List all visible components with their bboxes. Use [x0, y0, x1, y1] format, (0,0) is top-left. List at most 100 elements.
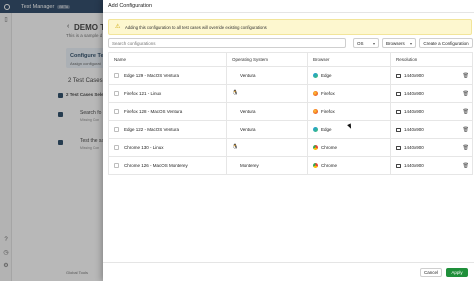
row-checkbox[interactable] [114, 145, 119, 150]
apple-icon [232, 163, 237, 168]
monitor-icon [396, 109, 401, 114]
resolution-cell: 1440x900 🗑 [390, 84, 473, 103]
browser-label: Edge [321, 73, 332, 78]
resolution-label: 1440x900 [404, 127, 424, 132]
resolution-label: 1440x900 [404, 145, 424, 150]
warning-banner: ⚠ Adding this configuration to all test … [108, 19, 472, 35]
config-name: Edge 122 - MacOS Ventura [124, 127, 180, 132]
os-filter-dropdown[interactable]: OS ▾ [353, 38, 379, 48]
trash-icon[interactable]: 🗑 [463, 163, 469, 169]
linux-icon: 🐧 [232, 144, 239, 150]
row-checkbox[interactable] [114, 91, 119, 96]
resolution-label: 1440x900 [404, 163, 424, 168]
table-row[interactable]: Firefox 128 - MacOS Ventura Ventura Firefo… [108, 102, 473, 121]
apple-icon [232, 109, 237, 114]
row-checkbox[interactable] [114, 163, 119, 168]
warning-icon: ⚠ [115, 24, 121, 30]
browser-cell: Chrome [307, 156, 391, 175]
name-cell: Chrome 126 - MacOS Monterey [108, 156, 227, 175]
table-row[interactable]: Firefox 121 - Linux 🐧 Firefox 1440x900 🗑 [108, 84, 473, 103]
trash-icon[interactable]: 🗑 [463, 145, 469, 151]
resolution-label: 1440x900 [404, 91, 424, 96]
edge-icon [313, 73, 318, 78]
linux-icon: 🐧 [232, 90, 239, 96]
resolution-cell: 1440x900 🗑 [390, 120, 473, 139]
column-name[interactable]: Name [108, 52, 227, 67]
trash-icon[interactable]: 🗑 [463, 73, 469, 79]
monitor-icon [396, 163, 401, 168]
config-name: Firefox 121 - Linux [124, 91, 162, 96]
create-configuration-button[interactable]: Create a Configuration [419, 38, 473, 48]
browsers-filter-dropdown[interactable]: Browsers ▾ [382, 38, 416, 48]
chrome-icon [313, 163, 318, 168]
config-name: Firefox 128 - MacOS Ventura [124, 109, 183, 114]
os-label: Monterey [240, 163, 259, 168]
os-cell: 🐧 [226, 84, 308, 103]
search-input[interactable] [108, 38, 346, 48]
column-resolution[interactable]: Resolution [390, 52, 473, 67]
trash-icon[interactable]: 🗑 [463, 127, 469, 133]
column-browser[interactable]: Browser [307, 52, 391, 67]
table-header: Name Operating System Browser Resolution [108, 52, 473, 67]
table-row[interactable]: Chrome 130 - Linux 🐧 Chrome 1440x900 🗑 [108, 138, 473, 157]
name-cell: Firefox 121 - Linux [108, 84, 227, 103]
trash-icon[interactable]: 🗑 [463, 109, 469, 115]
config-name: Chrome 130 - Linux [124, 145, 164, 150]
table-row[interactable]: Edge 122 - MacOS Ventura Ventura Edge 1440x… [108, 120, 473, 139]
row-checkbox[interactable] [114, 73, 119, 78]
row-checkbox[interactable] [114, 109, 119, 114]
warning-text: Adding this configuration to all test ca… [125, 24, 267, 30]
os-cell: Ventura [226, 102, 308, 121]
table-row[interactable]: Chrome 126 - MacOS Monterey Monterey Chrom… [108, 156, 473, 175]
resolution-label: 1440x900 [404, 109, 424, 114]
monitor-icon [396, 127, 401, 132]
cancel-button[interactable]: Cancel [420, 268, 442, 277]
name-cell: Firefox 128 - MacOS Ventura [108, 102, 227, 121]
os-label: Ventura [240, 127, 256, 132]
browser-cell: Chrome [307, 138, 391, 157]
os-cell: Ventura [226, 120, 308, 139]
config-name: Chrome 126 - MacOS Monterey [124, 163, 188, 168]
firefox-icon [313, 91, 318, 96]
resolution-cell: 1440x900 🗑 [390, 156, 473, 175]
config-name: Edge 129 - MacOS Ventura [124, 73, 180, 78]
browser-label: Firefox [321, 109, 335, 114]
toolbar: OS ▾ Browsers ▾ Create a Configuration [108, 38, 473, 48]
add-configuration-modal: Add Configuration ⚠ Adding this configur… [103, 0, 474, 281]
monitor-icon [396, 73, 401, 78]
chevron-down-icon: ▾ [372, 41, 375, 46]
os-label: Ventura [240, 73, 256, 78]
monitor-icon [396, 145, 401, 150]
apple-icon [232, 73, 237, 78]
modal-title: Add Configuration [108, 3, 153, 9]
chrome-icon [313, 145, 318, 150]
browser-cell: Firefox [307, 84, 391, 103]
name-cell: Edge 122 - MacOS Ventura [108, 120, 227, 139]
browser-label: Firefox [321, 91, 335, 96]
os-filter-label: OS [357, 40, 364, 46]
browser-cell: Firefox [307, 102, 391, 121]
browser-label: Chrome [321, 163, 338, 168]
browsers-filter-label: Browsers [386, 40, 405, 46]
edge-icon [313, 127, 318, 132]
trash-icon[interactable]: 🗑 [463, 91, 469, 97]
column-os[interactable]: Operating System [226, 52, 308, 67]
monitor-icon [396, 91, 401, 96]
os-cell: Monterey [226, 156, 308, 175]
table-row[interactable]: Edge 129 - MacOS Ventura Ventura Edge 1440x… [108, 66, 473, 85]
modal-header: Add Configuration [103, 0, 474, 13]
resolution-cell: 1440x900 🗑 [390, 138, 473, 157]
os-cell: 🐧 [226, 138, 308, 157]
browser-label: Edge [321, 127, 332, 132]
name-cell: Chrome 130 - Linux [108, 138, 227, 157]
apple-icon [232, 127, 237, 132]
os-label: Ventura [240, 109, 256, 114]
browser-cell: Edge [307, 66, 391, 85]
resolution-cell: 1440x900 🗑 [390, 102, 473, 121]
chevron-down-icon: ▾ [409, 41, 412, 46]
apply-button[interactable]: Apply [446, 268, 468, 277]
resolution-cell: 1440x900 🗑 [390, 66, 473, 85]
row-checkbox[interactable] [114, 127, 119, 132]
os-cell: Ventura [226, 66, 308, 85]
modal-footer: Cancel Apply [103, 262, 474, 281]
